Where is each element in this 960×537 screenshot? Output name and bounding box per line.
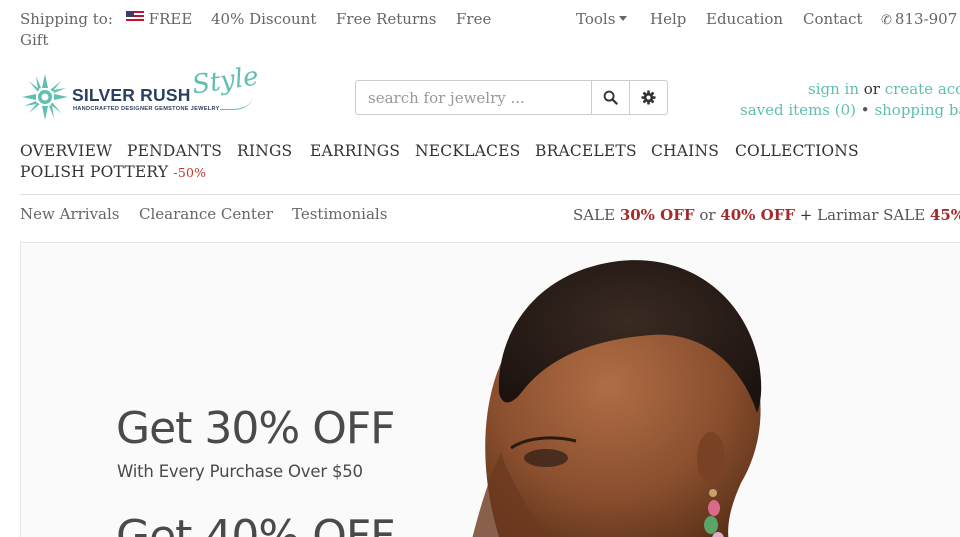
- sale-plus: +: [799, 206, 813, 224]
- free-returns-link[interactable]: Free Returns: [336, 10, 437, 28]
- nav-chains[interactable]: CHAINS: [651, 142, 719, 160]
- create-account-link[interactable]: create acc: [885, 80, 960, 98]
- shipping-label: Shipping to:: [20, 10, 113, 28]
- logo-tagline: HANDCRAFTED DESIGNER GEMSTONE JEWELRY: [73, 106, 220, 112]
- nav-pendants[interactable]: PENDANTS: [127, 142, 222, 160]
- saved-items-link[interactable]: saved items (0): [740, 101, 856, 119]
- help-link[interactable]: Help: [650, 10, 686, 28]
- hero-banner[interactable]: Get 30% OFF With Every Purchase Over $50…: [20, 242, 960, 537]
- tools-label: Tools: [576, 10, 616, 28]
- sale-label: SALE: [573, 206, 616, 224]
- new-arrivals-link[interactable]: New Arrivals: [20, 205, 120, 223]
- sun-burst-icon: [22, 74, 68, 120]
- site-logo[interactable]: SILVER RUSH Style HANDCRAFTED DESIGNER G…: [20, 62, 260, 122]
- free-gift-link[interactable]: Free: [456, 10, 491, 28]
- sale-or: or: [699, 206, 716, 224]
- sale-30-off: 30% OFF: [619, 206, 695, 224]
- phone-link[interactable]: ✆ 813-907: [881, 10, 957, 28]
- separator-dot: •: [860, 101, 870, 119]
- logo-wordmark: SILVER RUSH: [72, 85, 191, 105]
- search-button[interactable]: [591, 80, 630, 115]
- education-link[interactable]: Education: [706, 10, 783, 28]
- clearance-center-link[interactable]: Clearance Center: [139, 205, 273, 223]
- discount-link[interactable]: 40% Discount: [211, 10, 316, 28]
- search-settings-button[interactable]: [629, 80, 668, 115]
- larimar-sale-label: Larimar SALE: [817, 206, 926, 224]
- shipping-info: Shipping to: FREE: [20, 10, 192, 28]
- sign-in-link[interactable]: sign in: [808, 80, 859, 98]
- search-icon: [603, 90, 618, 105]
- free-gift-link-wrap[interactable]: Gift: [20, 31, 48, 49]
- testimonials-link[interactable]: Testimonials: [292, 205, 387, 223]
- nav-polish-pottery[interactable]: POLISH POTTERY -50%: [20, 163, 206, 181]
- search-input[interactable]: [355, 80, 592, 115]
- phone-number: 813-907: [894, 10, 958, 28]
- nav-polish-label: POLISH POTTERY: [20, 163, 169, 181]
- or-text: or: [863, 80, 880, 98]
- hero-subtext-30: With Every Purchase Over $50: [117, 462, 363, 481]
- nav-divider: [20, 194, 960, 195]
- hero-headline-40: Get 40% OFF: [116, 511, 395, 537]
- hero-headline-30: Get 30% OFF: [116, 403, 395, 454]
- larimar-45-off: 45%: [929, 206, 960, 224]
- model-portrait-image: [472, 260, 762, 537]
- tools-dropdown[interactable]: Tools: [576, 10, 628, 28]
- shipping-free: FREE: [148, 10, 193, 28]
- polish-discount-badge: -50%: [173, 165, 207, 180]
- phone-icon: ✆: [881, 13, 892, 28]
- shopping-bag-link[interactable]: shopping ba: [874, 101, 960, 119]
- gear-icon: [641, 90, 656, 105]
- caret-down-icon: [619, 16, 628, 21]
- logo-swoosh: [220, 90, 252, 110]
- nav-earrings[interactable]: EARRINGS: [310, 142, 400, 160]
- account-links: sign in or create acc: [808, 80, 960, 98]
- nav-bracelets[interactable]: BRACELETS: [535, 142, 637, 160]
- nav-collections[interactable]: COLLECTIONS: [735, 142, 859, 160]
- sale-banner[interactable]: SALE 30% OFF or 40% OFF + Larimar SALE 4…: [573, 206, 960, 224]
- nav-overview[interactable]: OVERVIEW: [20, 142, 112, 160]
- contact-link[interactable]: Contact: [803, 10, 863, 28]
- sale-40-off: 40% OFF: [720, 206, 796, 224]
- nav-rings[interactable]: RINGS: [237, 142, 292, 160]
- cart-links: saved items (0) • shopping ba: [740, 101, 960, 119]
- us-flag-icon: [125, 11, 144, 23]
- nav-necklaces[interactable]: NECKLACES: [415, 142, 520, 160]
